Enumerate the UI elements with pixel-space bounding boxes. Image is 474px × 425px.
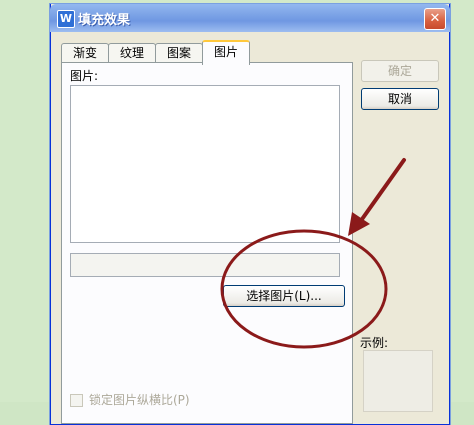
highlight-circle — [220, 229, 388, 349]
arrow-shaft — [358, 158, 406, 224]
tab-picture[interactable]: 图片 — [202, 40, 250, 65]
